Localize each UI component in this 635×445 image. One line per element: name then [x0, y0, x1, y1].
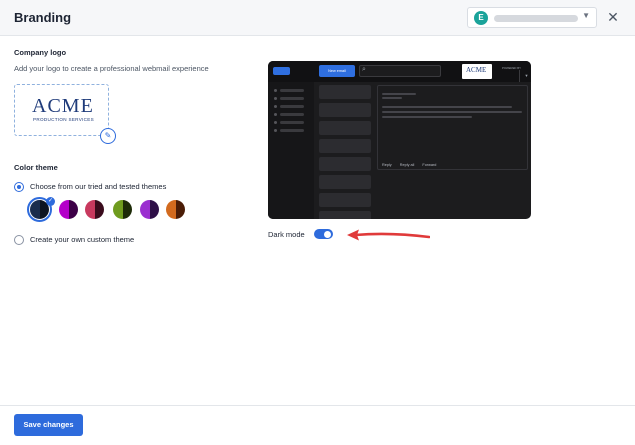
company-logo: ACME [32, 95, 94, 117]
preview-powered-by: POWERED BY [502, 66, 521, 70]
search-icon: ⌕ [362, 66, 366, 73]
preview-forward: Forward [422, 163, 437, 167]
preview-search-box: ⌕ ▼ [359, 65, 528, 82]
preview-reply-all: Reply all [399, 163, 415, 167]
account-selector[interactable]: E ▼ [467, 7, 597, 28]
annotation-arrow-icon [347, 229, 430, 241]
avatar: E [474, 11, 488, 25]
edit-logo-button[interactable]: ✎ [100, 128, 116, 144]
theme-swatch-magenta[interactable] [59, 200, 78, 219]
company-logo-hint: Add your logo to create a professional w… [14, 64, 209, 73]
radio-custom[interactable] [14, 235, 24, 245]
webmail-preview: New email ⌕ ▼ ACME POWERED BY Reply Repl… [268, 61, 531, 219]
company-logo-label: Company logo [14, 48, 67, 57]
theme-option-tested[interactable]: Choose from our tried and tested themes [14, 181, 214, 193]
logo-upload-area[interactable]: ACME PRODUCTION SERVICES [14, 84, 109, 136]
chevron-down-icon: ▼ [519, 70, 531, 82]
color-theme-label: Color theme [14, 163, 58, 172]
check-icon: ✓ [46, 197, 55, 206]
save-changes-button[interactable]: Save changes [14, 414, 83, 436]
radio-tested[interactable] [14, 182, 24, 192]
theme-swatch-orange[interactable] [166, 200, 185, 219]
theme-swatch-rose[interactable] [85, 200, 104, 219]
preview-message-list [319, 85, 371, 219]
preview-logo-text: ACME [466, 66, 487, 74]
preview-logo: ACME [462, 64, 492, 79]
preview-actions: Reply Reply all Forward [382, 163, 443, 169]
page-title: Branding [14, 10, 72, 25]
preview-reply: Reply [382, 163, 392, 167]
preview-sidebar [268, 82, 314, 219]
dark-mode-toggle[interactable] [314, 229, 333, 239]
theme-swatch-purple[interactable] [140, 200, 159, 219]
pencil-icon: ✎ [104, 131, 112, 140]
preview-menu-icon [273, 67, 290, 75]
preview-topbar: New email ⌕ ▼ ACME POWERED BY [268, 61, 531, 82]
dark-mode-label: Dark mode [268, 230, 305, 239]
theme-option-custom[interactable]: Create your own custom theme [14, 234, 214, 246]
dialog-header: Branding E ▼ ✕ [0, 0, 635, 36]
dialog-footer [0, 405, 635, 445]
theme-option-tested-label: Choose from our tried and tested themes [30, 182, 167, 191]
company-logo-subtitle: PRODUCTION SERVICES [33, 117, 95, 122]
preview-new-email-button: New email [319, 65, 355, 77]
close-icon[interactable]: ✕ [604, 8, 622, 26]
account-name-redacted [494, 15, 578, 22]
preview-reading-pane [377, 85, 528, 170]
theme-swatch-olive[interactable] [113, 200, 132, 219]
theme-option-custom-label: Create your own custom theme [30, 235, 135, 244]
chevron-down-icon: ▼ [582, 11, 590, 20]
